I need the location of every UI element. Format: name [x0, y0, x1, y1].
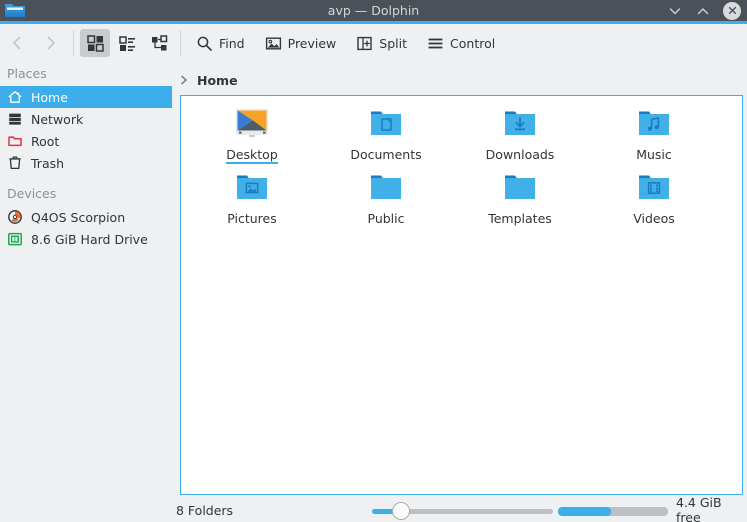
- minimize-button[interactable]: [667, 3, 683, 19]
- close-button[interactable]: [723, 1, 741, 20]
- capacity-progress-bar: [558, 507, 668, 516]
- file-view-pane[interactable]: Desktop Documents Downloads Music Pictur…: [180, 95, 743, 495]
- sidebar-item-hard-drive[interactable]: 8.6 GiB Hard Drive: [0, 228, 172, 250]
- capacity-progress-fill: [558, 507, 611, 516]
- folder-pictures-icon: [231, 170, 273, 208]
- toolbar-separator-1: [73, 30, 74, 56]
- network-icon: [7, 111, 23, 127]
- sidebar-item-home-label: Home: [31, 89, 68, 105]
- chevron-right-icon: [178, 71, 190, 90]
- folder-plain-icon: [365, 170, 407, 208]
- file-item-downloads[interactable]: Downloads: [453, 102, 587, 166]
- file-item-documents[interactable]: Documents: [319, 102, 453, 166]
- sidebar-item-hard-drive-label: 8.6 GiB Hard Drive: [31, 231, 148, 247]
- find-label: Find: [219, 35, 245, 51]
- search-icon: [196, 35, 213, 52]
- preview-button[interactable]: Preview: [257, 29, 345, 57]
- maximize-button[interactable]: [695, 3, 711, 19]
- sidebar-item-q4os-scorpion[interactable]: Q4OS Scorpion: [0, 206, 172, 228]
- preview-label: Preview: [287, 35, 337, 51]
- back-button[interactable]: [0, 28, 34, 58]
- folder-videos-icon: [633, 170, 675, 208]
- sidebar-item-q4os-label: Q4OS Scorpion: [31, 209, 126, 225]
- file-item-pictures[interactable]: Pictures: [185, 166, 319, 230]
- toolbar-separator-2: [180, 30, 181, 56]
- root-folder-icon: [7, 133, 23, 149]
- file-item-music-label: Music: [636, 147, 672, 162]
- zoom-slider[interactable]: [372, 502, 553, 520]
- file-item-documents-label: Documents: [350, 147, 422, 162]
- hamburger-menu-icon: [427, 35, 444, 52]
- file-item-pictures-label: Pictures: [227, 211, 277, 226]
- folder-plain-icon: [499, 170, 541, 208]
- view-mode-compact-button[interactable]: [144, 29, 174, 57]
- forward-button[interactable]: [34, 28, 68, 58]
- folder-documents-icon: [365, 106, 407, 144]
- file-item-videos-label: Videos: [633, 211, 675, 226]
- trash-icon: [7, 155, 23, 171]
- places-sidebar: Places Home Network Root Trash Devices Q…: [0, 62, 172, 498]
- sidebar-item-root-label: Root: [31, 133, 60, 149]
- file-item-templates-label: Templates: [488, 211, 552, 226]
- sidebar-item-trash[interactable]: Trash: [0, 152, 172, 174]
- hard-drive-icon: [7, 231, 23, 247]
- home-icon: [7, 89, 23, 105]
- optical-disc-icon: [7, 209, 23, 225]
- icon-grid: Desktop Documents Downloads Music Pictur…: [181, 96, 742, 230]
- file-item-videos[interactable]: Videos: [587, 166, 721, 230]
- status-bar: 8 Folders 4.4 GiB free: [0, 495, 747, 522]
- main-toolbar: Find Preview Split Control: [0, 24, 747, 62]
- file-item-templates[interactable]: Templates: [453, 166, 587, 230]
- item-count-label: 8 Folders: [176, 502, 234, 518]
- split-button[interactable]: Split: [348, 29, 415, 57]
- file-item-public-label: Public: [367, 211, 405, 226]
- file-item-music[interactable]: Music: [587, 102, 721, 166]
- control-label: Control: [450, 35, 496, 51]
- window-title: avp — Dolphin: [327, 3, 420, 18]
- view-mode-details-button[interactable]: [112, 29, 142, 57]
- file-item-desktop-label: Desktop: [226, 147, 278, 164]
- file-item-public[interactable]: Public: [319, 166, 453, 230]
- sidebar-section-devices-header: Devices: [7, 186, 57, 201]
- view-mode-icons-button[interactable]: [80, 29, 110, 57]
- breadcrumb[interactable]: Home: [178, 68, 743, 92]
- sidebar-item-network[interactable]: Network: [0, 108, 172, 130]
- zoom-slider-handle[interactable]: [391, 502, 410, 520]
- split-view-icon: [356, 35, 373, 52]
- folder-downloads-icon: [499, 106, 541, 144]
- preview-image-icon: [265, 35, 282, 52]
- split-label: Split: [379, 35, 408, 51]
- free-space-label: 4.4 GiB free: [676, 495, 722, 522]
- sidebar-item-root[interactable]: Root: [0, 130, 172, 152]
- breadcrumb-current: Home: [197, 72, 238, 88]
- sidebar-item-home[interactable]: Home: [0, 86, 172, 108]
- desktop-wallpaper-icon: [231, 106, 273, 144]
- file-item-desktop[interactable]: Desktop: [185, 102, 319, 166]
- folder-music-icon: [633, 106, 675, 144]
- file-item-downloads-label: Downloads: [485, 147, 555, 162]
- title-bar[interactable]: avp — Dolphin: [0, 0, 747, 21]
- sidebar-section-places-header: Places: [7, 66, 47, 81]
- sidebar-item-trash-label: Trash: [31, 155, 65, 171]
- find-button[interactable]: Find: [188, 29, 253, 57]
- control-button[interactable]: Control: [419, 29, 503, 57]
- window-controls: [667, 0, 741, 21]
- sidebar-item-network-label: Network: [31, 111, 84, 127]
